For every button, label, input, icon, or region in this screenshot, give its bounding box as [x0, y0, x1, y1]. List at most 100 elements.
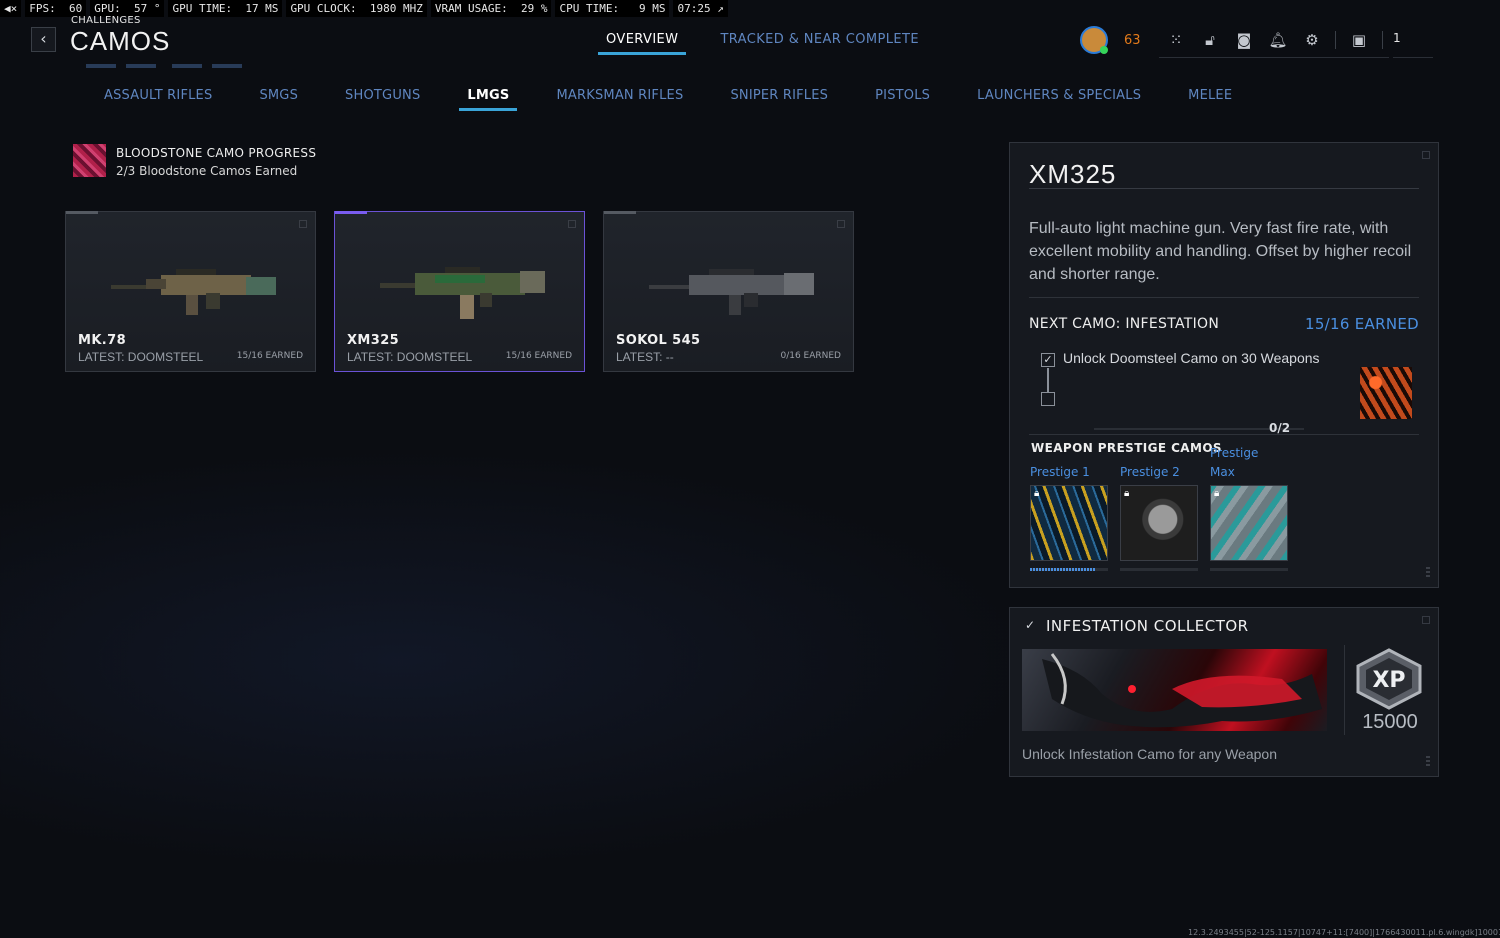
xm325-weapon-image — [380, 267, 545, 319]
xp-reward-amount: 15000 — [1362, 711, 1418, 733]
tab-shotguns[interactable]: SHOTGUNS — [337, 88, 428, 111]
hud-separator — [1335, 30, 1336, 49]
tab-tracked-near-complete[interactable]: TRACKED & NEAR COMPLETE — [712, 30, 927, 53]
gear-icon[interactable]: ⚙ — [1295, 31, 1329, 49]
hud-bar: 63 ⁙ 🔓︎ ◙ 🔔︎ ⚙ ▣ 1 — [1080, 22, 1433, 58]
panel-grip-icon — [1426, 756, 1430, 768]
prestige-1-camo[interactable]: 🔒︎ — [1030, 485, 1108, 561]
prestige-max-label-line1: Prestige — [1210, 446, 1259, 460]
tab-melee[interactable]: MELEE — [1180, 88, 1240, 111]
camera-icon[interactable]: ◙ — [1227, 31, 1261, 49]
tab-marksman-rifles[interactable]: MARKSMAN RIFLES — [548, 88, 691, 111]
overlay-cpu-time: CPU TIME: 9 MS — [555, 0, 670, 17]
divider — [1344, 645, 1345, 735]
prestige-2-label: Prestige 2 — [1120, 465, 1180, 479]
tab-pistols[interactable]: PISTOLS — [867, 88, 938, 111]
xp-badge-icon: XP — [1356, 648, 1422, 710]
card-indicator — [66, 211, 98, 214]
divider — [1029, 188, 1419, 189]
weapon-card-sokol-545[interactable]: SOKOL 545 LATEST: -- 0/16 EARNED — [603, 211, 854, 372]
card-indicator — [604, 211, 636, 214]
divider — [1029, 297, 1419, 298]
breadcrumb: CHALLENGES — [71, 15, 141, 26]
build-version-string: 12.3.2493455|52-125.1157|10747+11:[7400]… — [1188, 928, 1500, 937]
bell-icon[interactable]: 🔔︎ — [1261, 31, 1295, 49]
next-camo-earned: 15/16 EARNED — [1304, 315, 1419, 333]
top-tabs: OVERVIEW TRACKED & NEAR COMPLETE — [598, 30, 927, 55]
chevron-left-icon: ‹ — [40, 29, 47, 48]
hud-icons: ⁙ 🔓︎ ◙ 🔔︎ ⚙ ▣ — [1159, 22, 1389, 58]
page-title: CAMOS — [70, 26, 171, 56]
prestige-1-label: Prestige 1 — [1030, 465, 1090, 479]
collector-description: Unlock Infestation Camo for any Weapon — [1022, 746, 1277, 762]
prestige-1-progress — [1030, 568, 1108, 571]
panel-grip-icon — [1426, 567, 1430, 579]
checkmark-icon: ✓ — [1025, 618, 1036, 632]
overlay-mute-icon: ◀× — [0, 0, 22, 17]
task-checkbox-empty-icon — [1041, 392, 1055, 406]
card-corner-icon — [299, 220, 307, 228]
prestige-2-progress — [1120, 568, 1198, 571]
weapon-name: MK.78 — [78, 333, 127, 348]
bloodstone-camo-icon — [73, 144, 106, 177]
divider — [1029, 434, 1419, 435]
weapon-latest-camo: LATEST: DOOMSTEEL — [347, 350, 473, 364]
weapon-earned-count: 0/16 EARNED — [780, 351, 841, 361]
detail-weapon-name: XM325 — [1029, 159, 1117, 189]
tab-lmgs[interactable]: LMGS — [459, 88, 518, 111]
prestige-1-progress-fill — [1030, 568, 1097, 571]
overlay-gpu-clock: GPU CLOCK: 1980 MHZ — [286, 0, 427, 17]
weapon-card-mk78[interactable]: MK.78 LATEST: DOOMSTEEL 15/16 EARNED — [65, 211, 316, 372]
next-camo-label: NEXT CAMO: INFESTATION — [1029, 316, 1220, 332]
camo-task-description: Unlock Doomsteel Camo on 30 Weapons — [1063, 350, 1320, 366]
weapon-card-xm325[interactable]: XM325 LATEST: DOOMSTEEL 15/16 EARNED — [334, 211, 585, 372]
card-indicator — [335, 211, 367, 214]
player-avatar[interactable] — [1080, 26, 1108, 54]
unlock-icon[interactable]: 🔓︎ — [1193, 31, 1227, 49]
card-corner-icon — [837, 220, 845, 228]
tab-overview[interactable]: OVERVIEW — [598, 30, 687, 55]
task-checkbox-checked-icon: ✓ — [1041, 353, 1055, 367]
card-corner-icon — [568, 220, 576, 228]
overlay-gpu-time: GPU TIME: 17 MS — [168, 0, 283, 17]
sokol-545-weapon-image — [649, 269, 814, 315]
lock-icon: 🔒︎ — [1214, 488, 1220, 499]
task-progress-count: 0/2 — [1269, 421, 1291, 435]
weapon-earned-count: 15/16 EARNED — [505, 351, 572, 361]
tab-sniper-rifles[interactable]: SNIPER RIFLES — [722, 88, 836, 111]
prestige-max-camo[interactable]: 🔒︎ — [1210, 485, 1288, 561]
xp-badge-label: XP — [1372, 668, 1405, 693]
overlay-vram: VRAM USAGE: 29 % — [430, 0, 552, 17]
prestige-2-camo[interactable]: 🔒︎ — [1120, 485, 1198, 561]
panel-corner-icon — [1422, 151, 1430, 159]
prestige-max-label-line2: Max — [1210, 465, 1235, 479]
weapon-earned-count: 15/16 EARNED — [236, 351, 303, 361]
collector-title: INFESTATION COLLECTOR — [1046, 617, 1249, 635]
back-button[interactable]: ‹ — [31, 27, 56, 52]
online-status-icon — [1100, 46, 1108, 54]
tab-launchers-specials[interactable]: LAUNCHERS & SPECIALS — [969, 88, 1149, 111]
grid-icon[interactable]: ⁙ — [1159, 31, 1193, 49]
weapon-latest-camo: LATEST: -- — [616, 350, 674, 364]
hud-separator — [1382, 30, 1383, 49]
collector-challenge-panel[interactable]: ✓ INFESTATION COLLECTOR XP 15000 Unlock … — [1009, 607, 1439, 777]
creature-artwork — [1042, 653, 1322, 728]
bloodstone-progress-title: BLOODSTONE CAMO PROGRESS — [116, 146, 317, 160]
weapon-name: XM325 — [347, 333, 400, 348]
notification-count: 1 — [1393, 22, 1433, 58]
mk78-weapon-image — [111, 269, 276, 315]
weapon-prestige-camos-title: WEAPON PRESTIGE CAMOS — [1031, 441, 1222, 455]
weapon-latest-camo: LATEST: DOOMSTEEL — [78, 350, 204, 364]
title-decoration — [86, 64, 256, 68]
lock-icon: 🔒︎ — [1124, 488, 1130, 499]
prestige-max-progress — [1210, 568, 1288, 571]
tab-smgs[interactable]: SMGS — [251, 88, 306, 111]
overlay-clock: 07:25 ↗ — [673, 0, 728, 17]
bloodstone-progress-count: 2/3 Bloodstone Camos Earned — [116, 164, 298, 178]
weapon-name: SOKOL 545 — [616, 333, 701, 348]
tab-assault-rifles[interactable]: ASSAULT RIFLES — [96, 88, 220, 111]
weapon-category-tabs: ASSAULT RIFLES SMGS SHOTGUNS LMGS MARKSM… — [96, 88, 1240, 111]
infestation-camo-thumbnail[interactable] — [1360, 367, 1412, 419]
weapon-detail-panel: XM325 Full-auto light machine gun. Very … — [1009, 142, 1439, 588]
party-icon[interactable]: ▣ — [1342, 31, 1376, 49]
